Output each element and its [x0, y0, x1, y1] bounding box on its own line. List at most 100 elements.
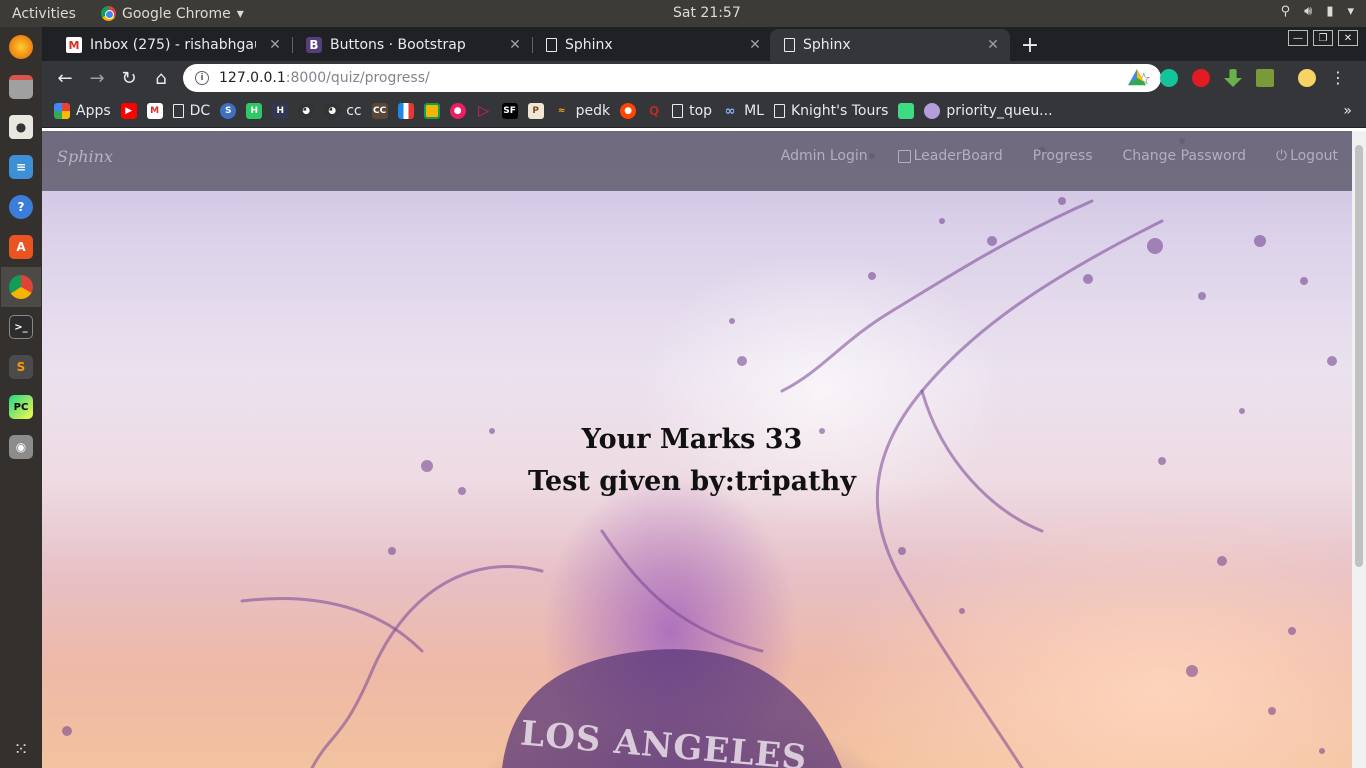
extensions-area: ⋮ [1128, 69, 1346, 87]
grammarly-icon[interactable] [1160, 69, 1178, 87]
bookmark-label: Knight's Tours [790, 103, 889, 119]
bookmark-quora[interactable]: Q [646, 103, 662, 119]
dock-terminal[interactable]: >_ [1, 307, 41, 347]
chart-icon [397, 103, 414, 119]
more-bookmarks-icon[interactable]: » [1343, 103, 1352, 119]
bookmark-chart[interactable] [397, 103, 414, 119]
dock-sublime[interactable]: S [1, 347, 41, 387]
hackerearth-icon: H [272, 103, 289, 119]
bookmark-record[interactable]: ● [449, 103, 466, 119]
close-icon[interactable]: ✕ [744, 37, 766, 53]
bookmark-ml[interactable]: ∞ ML [722, 103, 764, 119]
dock-writer[interactable]: ≡ [1, 147, 41, 187]
bookmark-hackerearth[interactable]: H [272, 103, 289, 119]
nav-leaderboard[interactable]: LeaderBoard [897, 148, 1003, 164]
tab-sphinx-active[interactable]: Sphinx ✕ [770, 29, 1010, 61]
bookmark-pe[interactable]: P [527, 103, 544, 119]
nav-logout-label: Logout [1290, 148, 1338, 164]
s-icon: S [220, 103, 237, 119]
bookmark-image[interactable] [423, 103, 440, 119]
gmail-icon: M [146, 103, 163, 119]
bookmark-play[interactable]: ▷ [476, 103, 492, 119]
nav-logout[interactable]: ⏻ Logout [1276, 148, 1338, 164]
home-button[interactable]: ⌂ [145, 62, 177, 94]
close-icon[interactable]: ✕ [264, 37, 286, 53]
system-tray[interactable]: ⚲ 🔊︎ ▮ ▾ [1281, 4, 1354, 19]
nav-change-password[interactable]: Change Password [1123, 148, 1246, 164]
download-icon[interactable] [1224, 69, 1242, 87]
bookmark-github[interactable]: ◕ [298, 103, 315, 119]
dock-help[interactable]: ? [1, 187, 41, 227]
bookmark-gmail[interactable]: M [146, 103, 163, 119]
scrollbar-thumb[interactable] [1355, 145, 1363, 567]
show-applications-icon[interactable]: ⁙ [13, 739, 28, 760]
adblock-icon[interactable] [1192, 69, 1210, 87]
battery-icon[interactable]: ▮ [1326, 4, 1333, 19]
menu-kebab-icon[interactable]: ⋮ [1330, 69, 1346, 87]
restore-button[interactable]: ❐ [1313, 30, 1333, 46]
dock-files[interactable] [1, 67, 41, 107]
clock[interactable]: Sat 21:57 [673, 5, 741, 21]
bookmark-codechef[interactable]: CC [371, 103, 388, 119]
power-menu-icon[interactable]: ▾ [1347, 4, 1354, 19]
activities-button[interactable]: Activities [0, 6, 95, 22]
bookmark-priority-queue[interactable]: priority_queu... [924, 103, 1053, 119]
volume-icon[interactable]: 🔊︎ [1304, 4, 1312, 19]
nav-progress[interactable]: Progress [1033, 148, 1093, 164]
bookmark-sf[interactable]: SF [501, 103, 518, 119]
google-drive-icon[interactable] [1128, 69, 1146, 86]
tab-inbox[interactable]: M Inbox (275) - rishabhgaur ✕ [52, 29, 292, 61]
tab-bootstrap[interactable]: B Buttons · Bootstrap ✕ [292, 29, 532, 61]
bookmark-knights-tours[interactable]: Knight's Tours [773, 103, 889, 119]
profile-avatar-icon[interactable] [1298, 69, 1316, 87]
app-menu-label: Google Chrome [122, 5, 231, 22]
hackerrank-icon: H [246, 103, 263, 119]
dock-firefox[interactable] [1, 27, 41, 67]
link-icon: ∞ [724, 103, 736, 119]
close-icon[interactable]: ✕ [504, 37, 526, 53]
bookmark-cc[interactable]: ◕ cc [324, 103, 362, 119]
back-button[interactable]: ← [49, 62, 81, 94]
extension-icon[interactable] [1256, 69, 1274, 87]
bookmark-youtube[interactable]: ▶ [120, 103, 137, 119]
tab-sphinx[interactable]: Sphinx ✕ [532, 29, 772, 61]
reddit-icon: ● [620, 103, 637, 119]
terminal-icon: >_ [9, 315, 33, 339]
play-icon: ▷ [478, 103, 490, 119]
android-icon [898, 103, 915, 119]
bookmark-reddit[interactable]: ● [620, 103, 637, 119]
page-icon [546, 38, 557, 52]
close-window-button[interactable]: ✕ [1338, 30, 1358, 46]
dock-software[interactable]: A [1, 227, 41, 267]
chrome-icon [9, 275, 33, 299]
dock-chrome[interactable] [1, 267, 41, 307]
address-bar[interactable]: i 127.0.0.1:8000/quiz/progress/ ☆ [183, 64, 1161, 92]
result-panel: Your Marks 33 Test given by:tripathy [528, 419, 856, 503]
bookmark-dc[interactable]: DC [172, 103, 210, 119]
bookmark-s[interactable]: S [220, 103, 237, 119]
camera-icon: ◉ [9, 435, 33, 459]
page-scrollbar[interactable] [1352, 131, 1366, 768]
info-icon[interactable]: i [195, 71, 209, 85]
dock-rhythmbox[interactable]: ● [1, 107, 41, 147]
site-brand[interactable]: Sphinx [57, 147, 113, 166]
close-icon[interactable]: ✕ [982, 37, 1004, 53]
bookmark-apps[interactable]: Apps [54, 103, 111, 119]
apps-grid-icon [54, 103, 70, 119]
github-icon: ◕ [324, 103, 341, 119]
bookmark-hackerrank[interactable]: H [246, 103, 263, 119]
minimize-button[interactable]: — [1288, 30, 1308, 46]
network-icon[interactable]: ⚲ [1281, 4, 1291, 19]
site-nav-links: Admin Login LeaderBoard Progress Change … [781, 148, 1338, 164]
bookmark-top[interactable]: top [672, 103, 712, 119]
reload-button[interactable]: ↻ [113, 62, 145, 94]
new-tab-button[interactable]: + [1016, 31, 1044, 59]
bookmark-android[interactable] [898, 103, 915, 119]
app-menu[interactable]: Google Chrome ▾ [101, 6, 244, 22]
tab-title: Inbox (275) - rishabhgaur [90, 37, 256, 53]
bookmark-pedk[interactable]: ≈ pedk [554, 103, 610, 119]
forward-button[interactable]: → [81, 62, 113, 94]
nav-admin-login[interactable]: Admin Login [781, 148, 868, 164]
dock-pycharm[interactable]: PC [1, 387, 41, 427]
dock-screenshot[interactable]: ◉ [1, 427, 41, 467]
